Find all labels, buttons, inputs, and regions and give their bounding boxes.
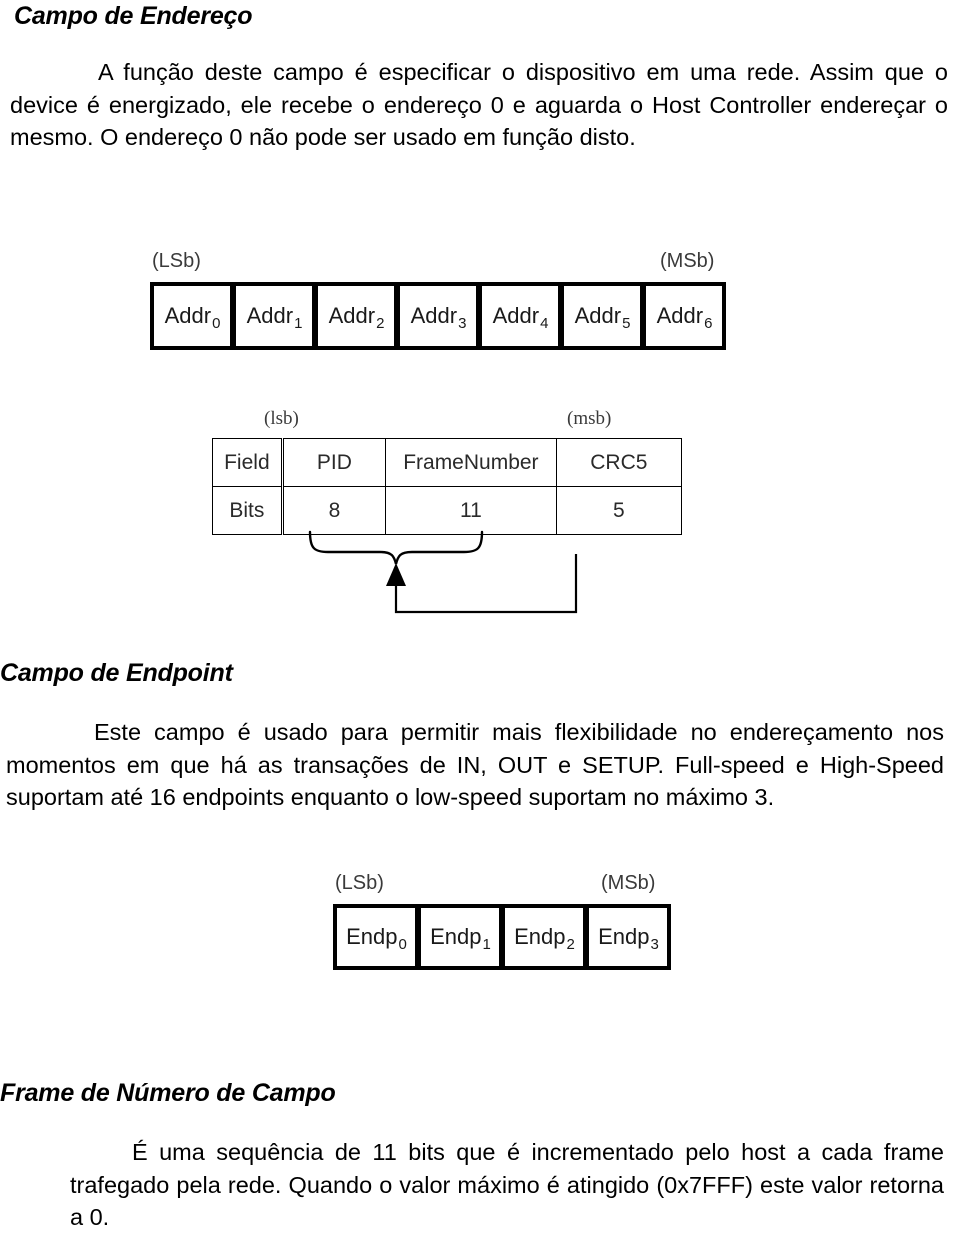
- address-field-cell-label: Addr6: [656, 303, 713, 332]
- address-field-cell: Addr2: [314, 282, 398, 350]
- endpoint-field-cell-label: Endp3: [598, 924, 659, 953]
- section-body-frame-de-numero-de-campo: É uma sequência de 11 bits que é increme…: [70, 1139, 944, 1230]
- endpoint-field-msb-label: (MSb): [601, 872, 656, 894]
- address-field-cell-label: Addr5: [574, 303, 631, 332]
- address-field-cell: Addr6: [642, 282, 726, 350]
- table-row: Bits 8 11 5: [212, 486, 683, 535]
- address-field-cell-label: Addr2: [328, 303, 385, 332]
- address-field-msb-label: (MSb): [660, 250, 715, 272]
- token-packet-row-label: Field: [212, 438, 284, 487]
- section-heading-campo-de-endpoint: Campo de Endpoint: [0, 659, 233, 687]
- address-field-lsb-label: (LSb): [152, 250, 201, 272]
- endpoint-field-cell: Endp1: [417, 904, 503, 970]
- endpoint-field-cell: Endp2: [501, 904, 587, 970]
- address-field-cell-label: Addr3: [410, 303, 467, 332]
- address-field-cell-label: Addr4: [492, 303, 549, 332]
- address-field-cell: Addr5: [560, 282, 644, 350]
- address-field-cell: Addr4: [478, 282, 562, 350]
- token-packet-crc-bits: 5: [555, 486, 683, 535]
- address-field-cell-label: Addr0: [164, 303, 221, 332]
- token-packet-lsb-label: (lsb): [264, 408, 299, 429]
- section-heading-frame-de-numero-de-campo: Frame de Número de Campo: [0, 1079, 336, 1107]
- token-packet-crc-header: CRC5: [555, 438, 683, 487]
- endpoint-field-cell: Endp3: [585, 904, 671, 970]
- endpoint-field-cell-label: Endp0: [346, 924, 407, 953]
- address-field-cell: Addr1: [232, 282, 316, 350]
- address-field-cell-label: Addr1: [246, 303, 303, 332]
- token-packet-pid-header: PID: [281, 438, 387, 487]
- endpoint-field-cell-label: Endp1: [430, 924, 491, 953]
- figure-endpoint-field: (LSb) (MSb) Endp0 Endp1 Endp2 Endp3: [333, 872, 693, 984]
- section-heading-campo-de-endereco: Campo de Endereço: [14, 2, 253, 30]
- token-packet-framenumber-bits: 11: [385, 486, 557, 535]
- address-field-cell-row: Addr0 Addr1 Addr2 Addr3 Addr4 Addr5 Addr…: [150, 282, 726, 350]
- token-packet-framenumber-header: FrameNumber: [385, 438, 557, 487]
- section-body-campo-de-endpoint: Este campo é usado para permitir mais fl…: [6, 719, 944, 810]
- address-field-cell: Addr0: [150, 282, 234, 350]
- token-packet-msb-label: (msb): [567, 408, 612, 429]
- address-field-cell: Addr3: [396, 282, 480, 350]
- figure-address-field: (LSb) (MSb) Addr0 Addr1 Addr2 Addr3 Addr…: [150, 250, 748, 370]
- figure-token-packet: (lsb) (msb) Field PID FrameNumber CRC5 B…: [212, 408, 683, 628]
- endpoint-field-cell-row: Endp0 Endp1 Endp2 Endp3: [333, 904, 671, 970]
- framenumber-callout-arrow: [308, 530, 578, 614]
- document-page: Campo de Endereço A função deste campo é…: [0, 0, 960, 1230]
- endpoint-field-cell: Endp0: [333, 904, 419, 970]
- endpoint-field-cell-label: Endp2: [514, 924, 575, 953]
- endpoint-field-lsb-label: (LSb): [335, 872, 384, 894]
- token-packet-table: Field PID FrameNumber CRC5 Bits 8 11 5: [212, 438, 683, 535]
- token-packet-row-label: Bits: [212, 486, 284, 535]
- token-packet-pid-bits: 8: [281, 486, 387, 535]
- table-row: Field PID FrameNumber CRC5: [212, 438, 683, 487]
- section-body-campo-de-endereco: A função deste campo é especificar o dis…: [10, 59, 948, 150]
